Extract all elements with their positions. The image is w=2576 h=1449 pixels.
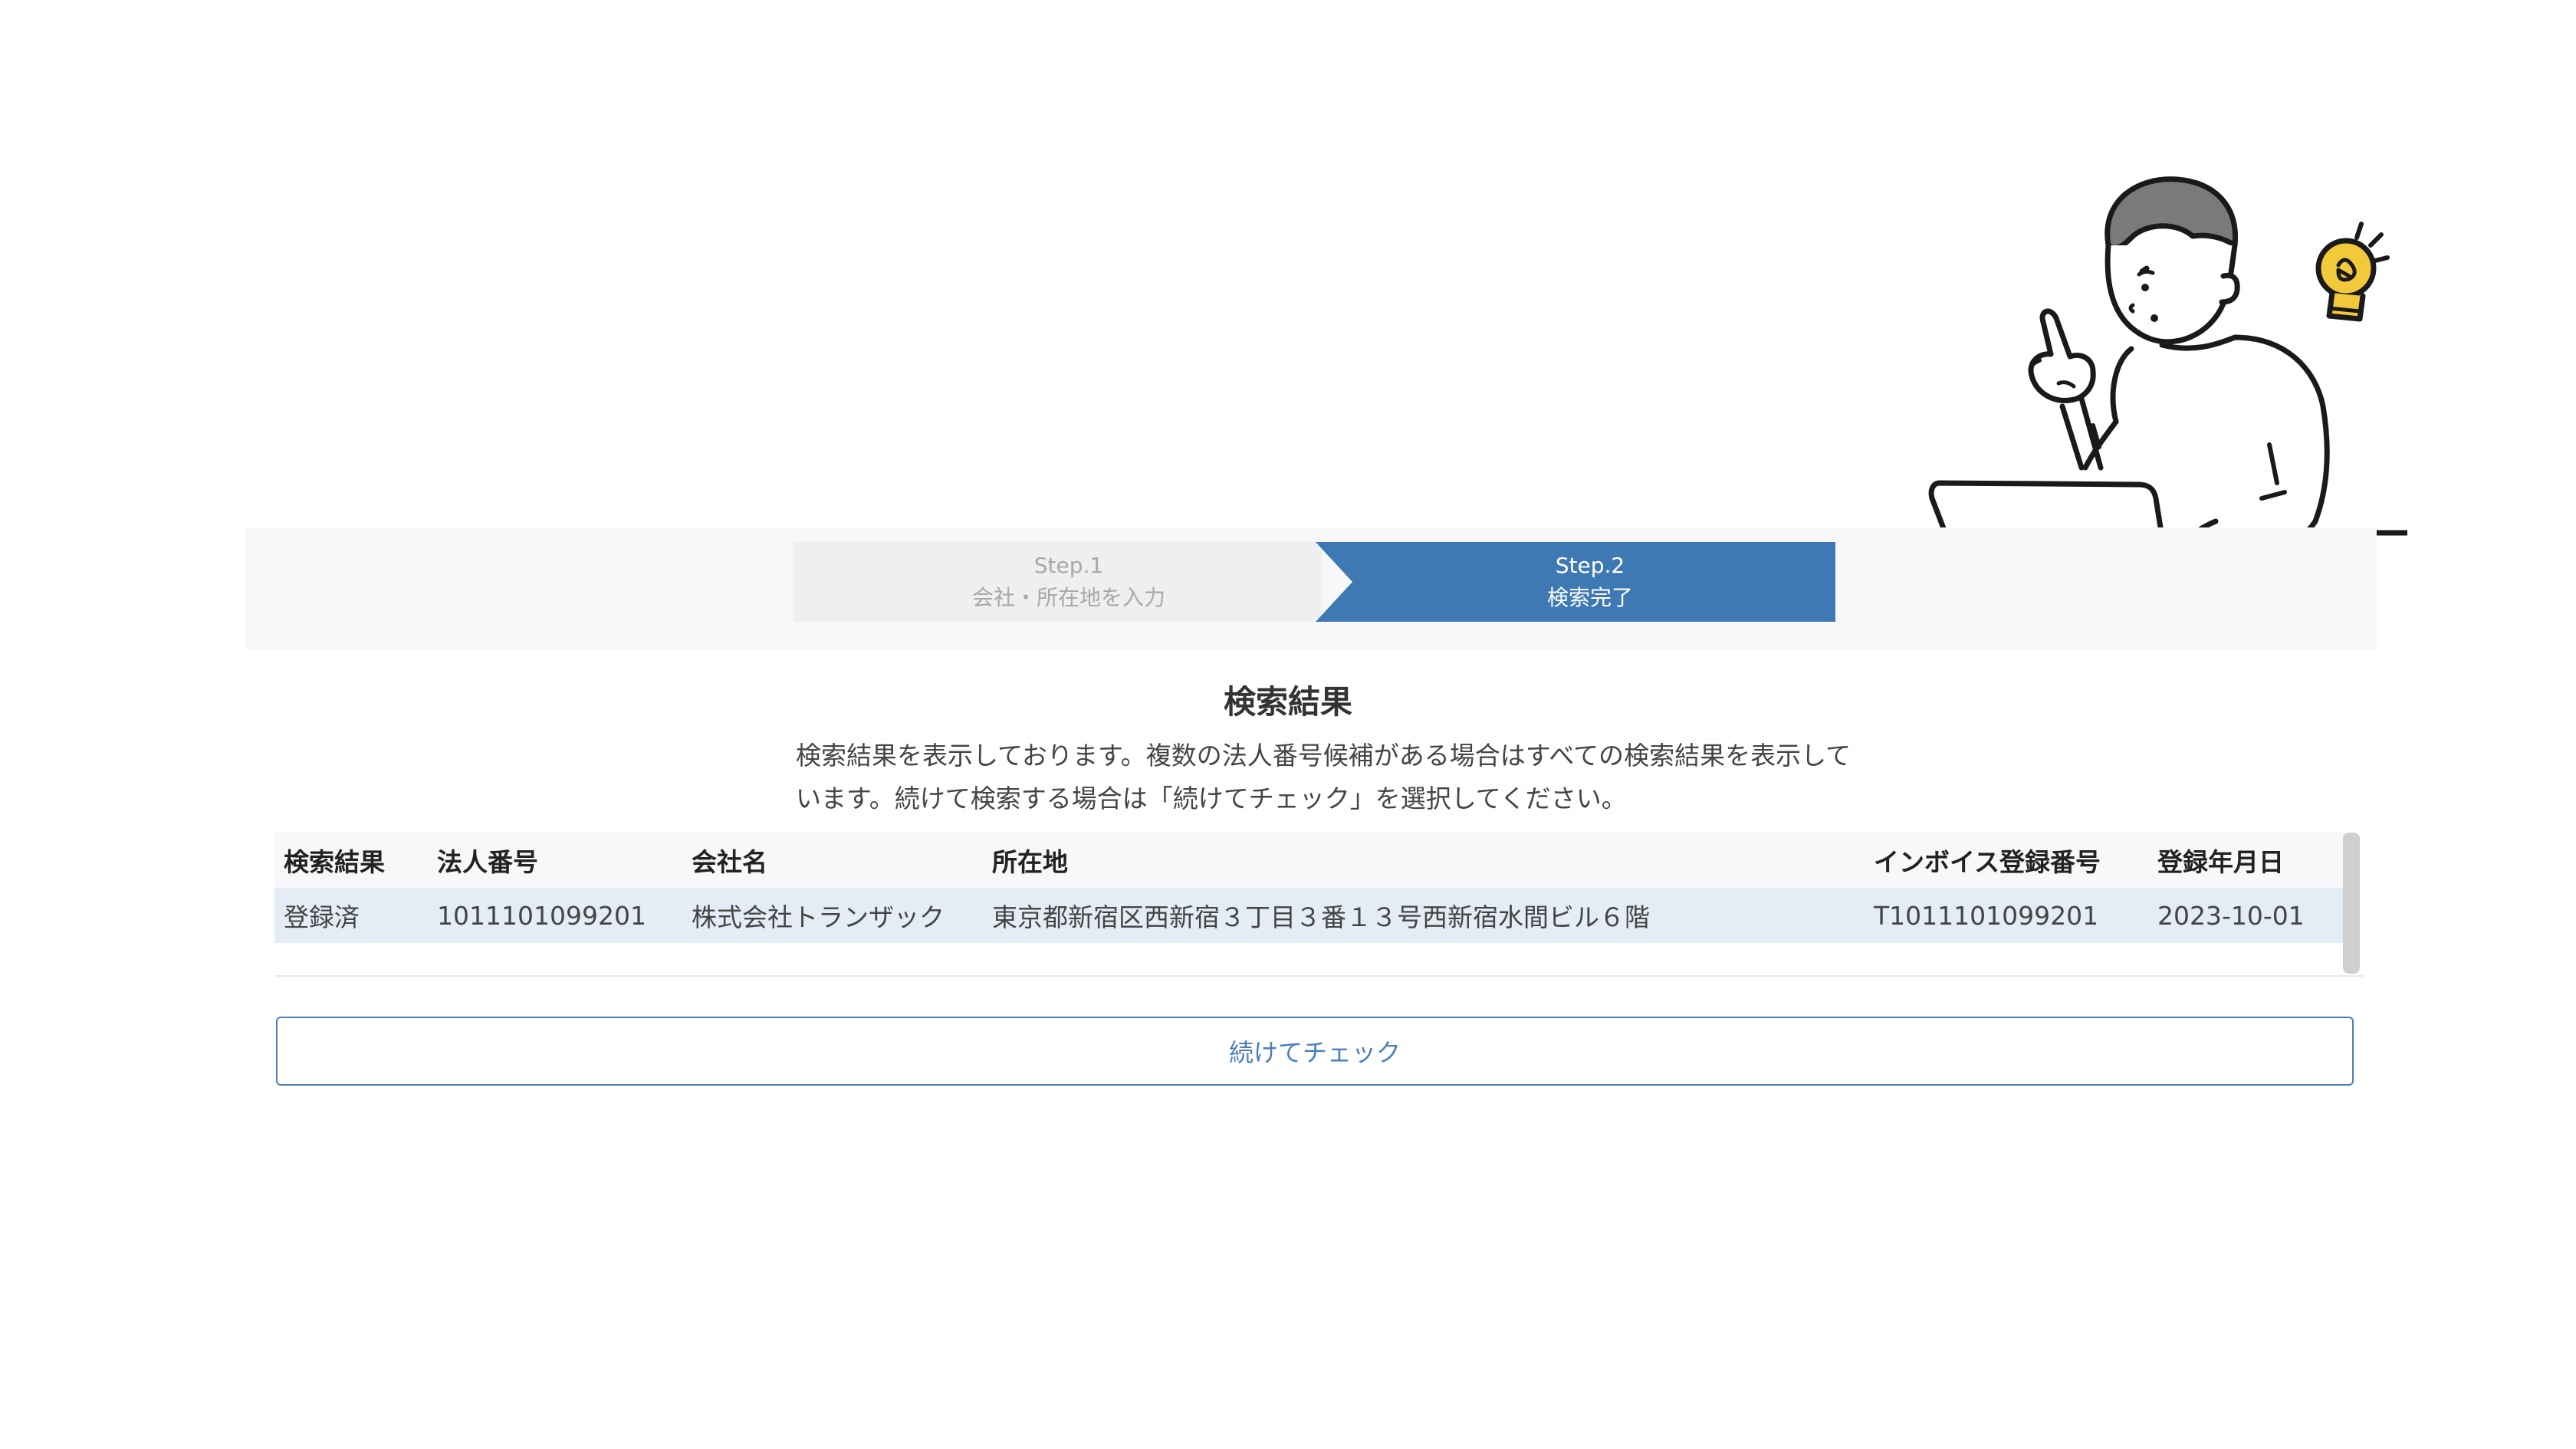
header-registration-date: 登録年月日 bbox=[2157, 847, 2284, 877]
cell-corporate-number: 1011101099201 bbox=[437, 900, 646, 931]
cell-address: 東京都新宿区西新宿３丁目３番１３号西新宿水間ビル６階 bbox=[992, 902, 1650, 932]
cell-invoice-number: T1011101099201 bbox=[1874, 900, 2099, 931]
step-1-label: Step.1 bbox=[1033, 553, 1104, 578]
header-corporate-number: 法人番号 bbox=[437, 847, 538, 877]
header-invoice-number: インボイス登録番号 bbox=[1874, 847, 2101, 877]
continue-check-button[interactable]: 続けてチェック bbox=[276, 1017, 2354, 1086]
table-row[interactable]: 登録済 1011101099201 株式会社トランザック 東京都新宿区西新宿３丁… bbox=[274, 888, 2344, 943]
cell-company-name: 株式会社トランザック bbox=[692, 902, 945, 932]
cell-search-result: 登録済 bbox=[284, 902, 360, 932]
step-1: Step.1 会社・所在地を入力 bbox=[793, 542, 1345, 622]
step-2-text: 検索完了 bbox=[1546, 585, 1633, 610]
step-2-label: Step.2 bbox=[1555, 553, 1625, 578]
step-indicator: Step.1 会社・所在地を入力 Step.2 検索完了 bbox=[793, 542, 1835, 622]
cell-registration-date: 2023-10-01 bbox=[2157, 900, 2305, 931]
step-1-text: 会社・所在地を入力 bbox=[971, 585, 1165, 610]
results-table-container: 検索結果 法人番号 会社名 所在地 インボイス登録番号 登録年月日 登録済 10… bbox=[274, 833, 2363, 977]
result-description: 検索結果を表示しております。複数の法人番号候補がある場合はすべての検索結果を表示… bbox=[796, 741, 1852, 813]
results-table: 検索結果 法人番号 会社名 所在地 インボイス登録番号 登録年月日 登録済 10… bbox=[274, 833, 2344, 943]
table-scrollbar[interactable] bbox=[2343, 833, 2360, 974]
header-company-name: 会社名 bbox=[692, 847, 767, 877]
header-address: 所在地 bbox=[992, 847, 1068, 877]
step-2: Step.2 検索完了 bbox=[1345, 542, 1835, 622]
table-header-row: 検索結果 法人番号 会社名 所在地 インボイス登録番号 登録年月日 bbox=[274, 833, 2344, 888]
page-title: 検索結果 bbox=[1223, 683, 1352, 721]
header-search-result: 検索結果 bbox=[284, 847, 385, 877]
